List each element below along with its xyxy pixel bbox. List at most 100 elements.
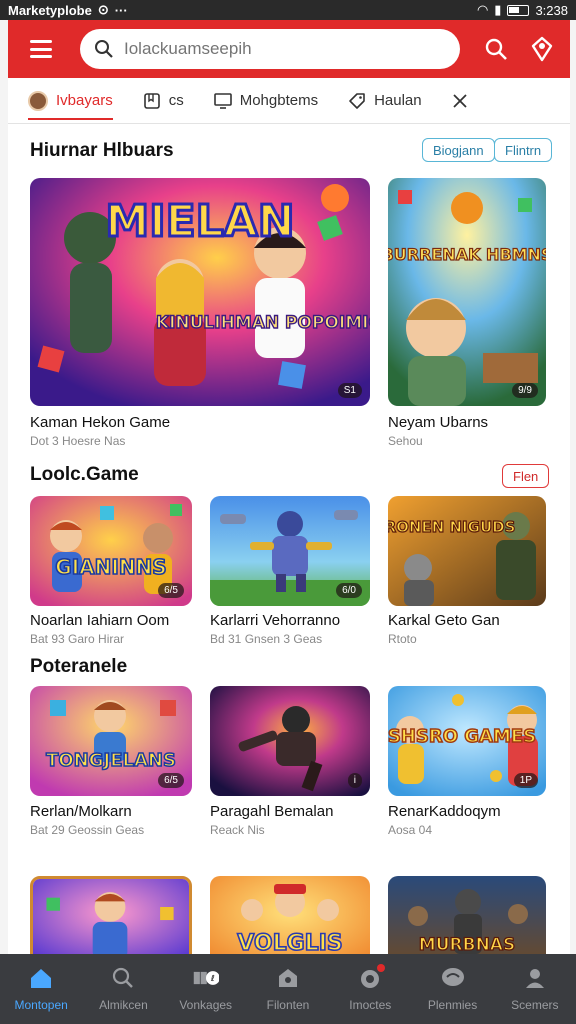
game-art-subtitle: KINULIHMAN POPOIMICA <box>156 313 370 333</box>
rating-badge: i <box>347 773 362 788</box>
rating-badge: 9/9 <box>512 383 538 398</box>
nav-item-profile[interactable]: Scemers <box>494 954 576 1024</box>
game-art-title: BURRENAK HBMNS <box>388 245 546 264</box>
location-button[interactable] <box>524 31 560 67</box>
nav-item-chat[interactable]: Plenmies <box>411 954 493 1024</box>
game-art-title: RONEN NIGUDS <box>388 518 515 536</box>
nav-label: Filonten <box>266 998 310 1012</box>
game-title[interactable]: Kaman Hekon Game <box>30 414 170 431</box>
section-title: Loolc.Game <box>30 464 139 485</box>
nav-item-library[interactable]: ℓ Vonkages <box>165 954 247 1024</box>
nav-label: Imoctes <box>349 998 392 1012</box>
tab-mohgbtems[interactable]: Mohgbtems <box>213 78 319 124</box>
tab-haulan[interactable]: Haulan <box>348 78 422 124</box>
library-icon: ℓ <box>193 966 219 990</box>
game-thumbnail[interactable]: MIELAN KINULIHMAN POPOIMICA S1 <box>30 178 370 406</box>
monitor-icon <box>213 92 232 109</box>
game-title[interactable]: Karlarri Vehorranno <box>210 612 340 629</box>
tab-cs[interactable]: cs <box>143 78 184 124</box>
game-art-title: MURBNAS <box>419 935 515 954</box>
game-thumbnail[interactable]: BURRENAK HBMNS 9/9 <box>388 178 546 406</box>
game-thumbnail[interactable]: VOLGLIS <box>210 876 370 954</box>
close-filter-button[interactable] <box>452 78 468 124</box>
game-art-title: GIANINNS <box>55 555 166 579</box>
game-title[interactable]: Neyam Ubarns <box>388 414 488 431</box>
status-time: 3:238 <box>535 2 568 18</box>
chat-icon <box>440 966 466 990</box>
notifications-icon <box>357 964 386 990</box>
game-meta: Bat 93 Garo Hirar <box>30 632 125 646</box>
game-art-title: SHSRO GAMES <box>388 726 536 747</box>
game-title[interactable]: Rerlan/Molkarn <box>30 803 132 820</box>
filter-pill[interactable]: Flintrn <box>494 138 553 162</box>
nav-item-search[interactable]: Almikcen <box>82 954 164 1024</box>
wifi-icon: ◠ <box>476 2 489 17</box>
search-icon <box>110 966 136 990</box>
content-feed: Hiurnar Hlbuars Biogjann Flintrn MIELAN … <box>8 124 570 954</box>
tab-ivbayars[interactable]: Ivbayars <box>28 78 113 124</box>
store-icon <box>275 966 301 990</box>
status-app-name: Marketyplobe <box>8 2 92 18</box>
game-meta: Dot 3 Hoesre Nas <box>30 434 126 448</box>
filter-pill[interactable]: Biogjann <box>422 138 495 162</box>
search-button[interactable] <box>478 31 514 67</box>
app-bar <box>8 20 570 78</box>
game-thumbnail[interactable]: 6/0 <box>210 496 370 606</box>
tab-label: Haulan <box>374 92 422 109</box>
notification-dot <box>377 964 386 972</box>
search-icon <box>95 40 113 58</box>
game-art-title: VOLGLIS <box>237 931 342 954</box>
battery-icon <box>507 4 530 16</box>
nav-label: Vonkages <box>179 998 233 1012</box>
game-meta: Reack Nis <box>210 823 265 837</box>
game-thumbnail[interactable]: GIANINNS 6/5 <box>30 496 192 606</box>
section-title: Hiurnar Hlbuars <box>30 140 174 161</box>
filter-pill[interactable]: Flen <box>502 464 550 488</box>
game-title[interactable]: Paragahl Bemalan <box>210 803 333 820</box>
profile-icon <box>522 966 548 990</box>
game-thumbnail[interactable]: RONEN NIGUDS <box>388 496 546 606</box>
map-pin-icon <box>531 36 553 62</box>
bookmark-icon <box>143 92 160 109</box>
tab-label: Ivbayars <box>56 92 113 109</box>
rating-badge: 1P <box>513 773 538 788</box>
nav-label: Almikcen <box>99 998 148 1012</box>
nav-label: Montopen <box>14 998 68 1012</box>
search-input[interactable] <box>124 39 424 59</box>
search-box[interactable] <box>80 29 460 69</box>
avatar-icon <box>28 90 48 111</box>
game-meta: Rtoto <box>388 632 417 646</box>
game-thumbnail[interactable]: SHSRO GAMES 1P <box>388 686 546 796</box>
game-art-title: MIELAN <box>105 196 294 247</box>
game-thumbnail[interactable]: MURBNAS <box>388 876 546 954</box>
game-title[interactable]: RenarKaddoqym <box>388 803 501 820</box>
game-art-title: TONGJELANS <box>46 750 176 771</box>
tab-label: Mohgbtems <box>239 92 319 109</box>
nav-label: Plenmies <box>427 998 478 1012</box>
tag-icon <box>349 92 365 109</box>
rating-badge: S1 <box>337 383 362 398</box>
game-meta: Bd 31 Gnsen 3 Geas <box>210 632 323 646</box>
rating-badge: 6/5 <box>158 773 184 788</box>
bottom-nav: Montopen Almikcen ℓ Vonkages Filonten Im… <box>0 954 576 1024</box>
game-thumbnail[interactable] <box>30 876 192 954</box>
game-title[interactable]: Noarlan Iahiarn Oom <box>30 612 169 629</box>
rating-badge: 6/5 <box>158 583 184 598</box>
nav-item-store[interactable]: Filonten <box>247 954 329 1024</box>
location-icon: ⊙ <box>97 2 109 17</box>
game-meta: Bat 29 Geossin Geas <box>30 823 145 837</box>
tab-label: cs <box>168 92 184 109</box>
menu-icon[interactable] <box>30 40 52 58</box>
svg-text:ℓ: ℓ <box>210 973 215 983</box>
status-bar: Marketyplobe ⊙ ··· ◠ ▮ 3:238 <box>0 0 576 20</box>
game-thumbnail[interactable]: TONGJELANS 6/5 <box>30 686 192 796</box>
signal-icon: ▮ <box>494 2 502 17</box>
rating-badge: 6/0 <box>336 583 362 598</box>
filter-tabs: Ivbayars cs Mohgbtems Haulan <box>8 78 570 124</box>
nav-label: Scemers <box>511 998 559 1012</box>
home-icon <box>28 966 54 990</box>
nav-item-notifications[interactable]: Imoctes <box>329 954 411 1024</box>
game-title[interactable]: Karkal Geto Gan <box>388 612 500 629</box>
nav-item-home[interactable]: Montopen <box>0 954 82 1024</box>
game-thumbnail[interactable]: i <box>210 686 370 796</box>
